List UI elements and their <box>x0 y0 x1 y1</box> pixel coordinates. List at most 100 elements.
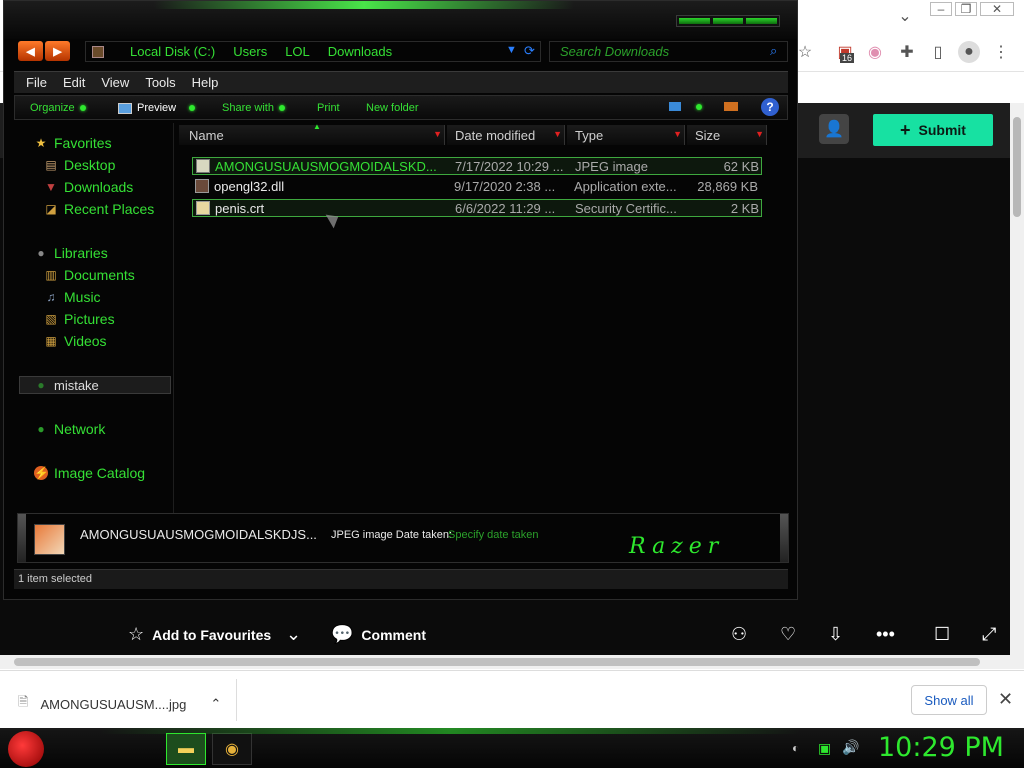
nav-desktop[interactable]: ▤ Desktop <box>44 157 115 173</box>
fit-view-button[interactable]: ☐ <box>934 624 950 645</box>
search-input[interactable]: Search Downloads <box>549 41 788 62</box>
sort-arrow-icon[interactable]: ▼ <box>755 129 764 139</box>
preview-pane-button[interactable] <box>724 102 738 111</box>
close-icon[interactable]: ✕ <box>998 689 1013 710</box>
nav-downloads[interactable]: ▼ Downloads <box>44 179 133 195</box>
address-bar[interactable]: Local Disk (C:) Users LOL Downloads ▼ ⟳ <box>85 41 541 62</box>
maximize-button[interactable] <box>712 18 744 24</box>
breadcrumb-local-disk[interactable]: Local Disk (C:) <box>130 44 215 59</box>
breadcrumb-users[interactable]: Users <box>233 44 267 59</box>
volume-icon[interactable]: 🔊 <box>842 739 859 756</box>
side-panel-icon[interactable]: ▯ <box>927 41 949 63</box>
chrome-taskbar-icon[interactable]: ◉ <box>212 733 252 765</box>
page-scrollbar-thumb[interactable] <box>1013 117 1021 217</box>
comment-button[interactable]: 💬 Comment <box>331 624 426 645</box>
sort-arrow-icon[interactable]: ▼ <box>673 129 682 139</box>
more-options-button[interactable]: ••• <box>876 624 895 645</box>
recent-places-icon: ◪ <box>45 202 57 216</box>
print-button[interactable]: Print <box>317 102 340 114</box>
menu-view[interactable]: View <box>101 75 129 90</box>
nav-mistake-label: mistake <box>54 377 99 393</box>
favourites-dropdown[interactable]: ⌄ <box>286 624 301 645</box>
forward-button[interactable]: ▶ <box>45 41 70 61</box>
sort-arrow-icon[interactable]: ▼ <box>433 129 442 139</box>
nav-pictures[interactable]: ▧ Pictures <box>44 311 114 327</box>
comment-icon: 💬 <box>331 624 354 644</box>
menu-edit[interactable]: Edit <box>63 75 85 90</box>
sort-arrow-icon[interactable]: ▼ <box>553 129 562 139</box>
breadcrumb-downloads[interactable]: Downloads <box>328 44 392 59</box>
nav-recent-places-label: Recent Places <box>64 201 155 217</box>
network-tray-icon[interactable]: ▣ <box>818 740 831 757</box>
nav-libraries[interactable]: ● Libraries <box>34 245 107 261</box>
organize-button[interactable]: Organize <box>30 102 86 114</box>
add-to-favourites-button[interactable]: ☆ Add to Favourites <box>128 624 271 645</box>
menu-file[interactable]: File <box>26 75 47 90</box>
search-icon[interactable]: ⌕ <box>770 43 777 59</box>
submit-button[interactable]: + Submit <box>873 114 993 146</box>
nav-recent-places[interactable]: ◪ Recent Places <box>44 201 154 217</box>
chevron-down-icon: ⌄ <box>286 624 302 644</box>
explorer-taskbar-icon[interactable]: ▬ <box>166 733 206 765</box>
profile-avatar-icon[interactable]: ● <box>958 41 980 63</box>
view-options-button[interactable] <box>669 102 702 111</box>
nav-videos[interactable]: ▦ Videos <box>44 333 106 349</box>
column-type[interactable]: Type ▼ <box>567 125 685 145</box>
videos-icon: ▦ <box>45 334 57 348</box>
close-window-button[interactable]: ✕ <box>980 2 1014 16</box>
horizontal-scrollbar-thumb[interactable] <box>14 658 980 666</box>
share-with-label: Share with <box>222 102 274 114</box>
column-date-modified[interactable]: Date modified ▼ <box>447 125 565 145</box>
star-icon: ☆ <box>128 624 145 644</box>
menu-help[interactable]: Help <box>192 75 219 90</box>
collect-button[interactable]: ♡ <box>780 624 796 645</box>
column-size-label: Size <box>695 127 721 143</box>
back-button[interactable]: ◀ <box>18 41 43 61</box>
refresh-icon[interactable]: ⟳ <box>524 43 535 59</box>
breadcrumb-lol[interactable]: LOL <box>285 44 310 59</box>
share-with-button[interactable]: Share with <box>222 102 285 114</box>
chevron-down-icon[interactable]: ⌄ <box>894 5 916 27</box>
window-controls[interactable] <box>676 15 780 27</box>
organize-label: Organize <box>30 102 75 114</box>
minimize-button[interactable]: – <box>930 2 952 16</box>
minimize-button[interactable] <box>679 18 710 24</box>
nav-image-catalog[interactable]: ⚡ Image Catalog <box>34 465 145 481</box>
date-taken-field[interactable]: Specify date taken <box>448 529 539 541</box>
clock[interactable]: 10:29 PM <box>878 732 1004 763</box>
details-file-type: JPEG image Date taken: <box>331 529 453 541</box>
preview-button[interactable]: Preview <box>118 102 196 114</box>
nav-documents[interactable]: ▥ Documents <box>44 267 134 283</box>
start-button[interactable] <box>8 731 44 767</box>
browser-menu-icon[interactable]: ⋮ <box>990 41 1012 63</box>
file-size: 28,869 KB <box>697 179 758 194</box>
fullscreen-button[interactable]: ⤢ <box>982 624 996 645</box>
column-name[interactable]: Name ▼ <box>179 125 445 145</box>
nav-music[interactable]: ♫ Music <box>44 289 101 305</box>
restore-button[interactable]: ❐ <box>955 2 977 16</box>
help-icon[interactable]: ? <box>761 98 779 116</box>
close-button[interactable] <box>746 18 778 24</box>
puzzle-extensions-icon[interactable]: ✚ <box>896 41 918 63</box>
file-row[interactable]: opengl32.dll 9/17/2020 2:38 ... Applicat… <box>192 178 762 196</box>
extension-icon[interactable]: ▣16 <box>834 41 856 63</box>
nav-network[interactable]: ● Network <box>34 421 105 437</box>
address-dropdown-icon[interactable]: ▼ <box>506 44 517 56</box>
pride-extension-icon[interactable]: ◉ <box>864 41 886 63</box>
column-size[interactable]: Size ▼ <box>687 125 767 145</box>
file-row[interactable]: AMONGUSUAUSMOGMOIDALSKD... 7/17/2022 10:… <box>192 157 762 175</box>
download-button[interactable]: ⇩ <box>828 624 843 645</box>
file-row[interactable]: penis.crt 6/6/2022 11:29 ... Security Ce… <box>192 199 762 217</box>
download-item[interactable]: 🗎 AMONGUSUAUSM....jpg ⌃ <box>18 693 221 715</box>
menu-tools[interactable]: Tools <box>145 75 175 90</box>
nav-mistake[interactable]: ● mistake <box>19 376 171 394</box>
nav-favorites[interactable]: ★ Favorites <box>34 135 112 151</box>
certificate-file-icon <box>196 201 210 215</box>
new-folder-button[interactable]: New folder <box>366 102 419 114</box>
file-size: 2 KB <box>730 201 759 216</box>
show-all-button[interactable]: Show all <box>911 685 987 715</box>
action-center-icon[interactable]: ◐ <box>792 741 799 755</box>
chevron-up-icon[interactable]: ⌃ <box>210 696 221 712</box>
user-avatar-button[interactable]: 👤 <box>819 114 849 144</box>
share-users-button[interactable]: ⚇ <box>731 624 747 645</box>
